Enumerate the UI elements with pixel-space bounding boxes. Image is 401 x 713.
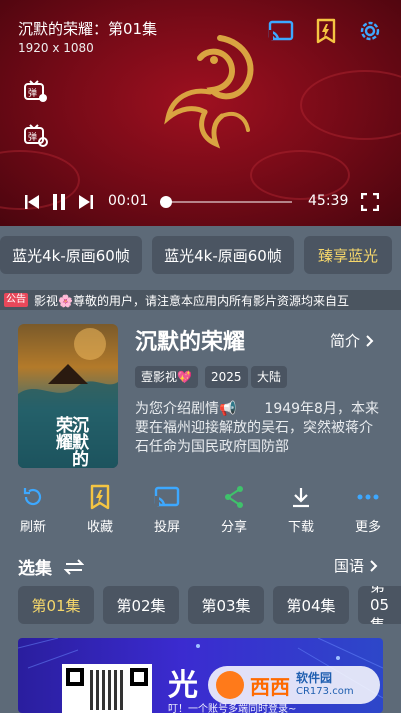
fullscreen-icon[interactable] (359, 190, 381, 214)
video-resolution: 1920 x 1080 (18, 41, 94, 55)
poster-image: 沉默的荣耀 (18, 324, 118, 468)
announcement-badge: 公告 (4, 293, 28, 307)
watermark-domain: CR173.com (296, 686, 354, 697)
sort-toggle-icon[interactable] (64, 558, 84, 575)
episode-item[interactable]: 第03集 (188, 586, 264, 624)
site-watermark: 西西 软件园 CR173.com (208, 666, 380, 704)
show-description: 为您介绍剧情📢 1949年8月，本来要在福州迎接解放的吴石，突然被蒋介石任命为国… (135, 401, 379, 455)
seek-knob[interactable] (160, 196, 172, 208)
danmaku-toggle-icon[interactable]: 弹 (22, 77, 50, 105)
share-button[interactable]: 分享 (204, 484, 264, 535)
episode-item[interactable]: 第05集 (358, 586, 401, 624)
refresh-button[interactable]: 刷新 (3, 484, 63, 535)
tag-region: 大陆 (251, 366, 288, 388)
episode-item-selected[interactable]: 第01集 (18, 586, 94, 624)
download-icon (271, 484, 331, 510)
announcement-bar[interactable]: 公告 影视🌸尊敬的用户，请注意本应用内所有影片资源均来自互 (0, 290, 401, 310)
more-button[interactable]: 更多 (338, 484, 398, 535)
danmaku-settings-icon[interactable]: 弹 (22, 121, 50, 149)
video-player[interactable]: 沉默的荣耀：第01集 1920 x 1080 弹 弹 00:01 45:39 (0, 0, 401, 226)
chevron-right-icon (366, 334, 374, 347)
favorite-icon (70, 484, 130, 510)
quality-option-selected[interactable]: 臻享蓝光 (304, 236, 392, 274)
seek-bar[interactable] (166, 201, 292, 203)
more-label: 更多 (354, 520, 381, 535)
pause-icon[interactable] (49, 190, 69, 214)
share-icon (204, 484, 264, 510)
skip-previous-icon[interactable] (22, 190, 42, 214)
language-label: 国语 (334, 557, 365, 575)
quality-selector: 蓝光4k-原画60帧 蓝光4k-原画60帧 臻享蓝光 (0, 236, 401, 274)
tag-year: 2025 (205, 366, 248, 388)
poster-title: 沉默的荣耀 (52, 416, 88, 467)
skip-next-icon[interactable] (76, 190, 96, 214)
refresh-icon (3, 484, 63, 510)
download-label: 下载 (287, 520, 314, 535)
favorite-icon[interactable] (311, 16, 341, 46)
cast-button[interactable]: 投屏 (137, 484, 197, 535)
watermark-name: 西西 (250, 674, 290, 699)
show-title: 沉默的荣耀 (135, 330, 246, 355)
video-title: 沉默的荣耀：第01集 (18, 20, 158, 38)
cloud-decoration (300, 70, 401, 140)
cast-icon[interactable] (266, 16, 296, 46)
language-selector[interactable]: 国语 (334, 555, 378, 576)
share-label: 分享 (220, 520, 247, 535)
intro-link[interactable]: 简介 (330, 330, 374, 351)
duration-time: 45:39 (308, 193, 349, 209)
chevron-right-icon (370, 559, 378, 572)
episode-item[interactable]: 第04集 (273, 586, 349, 624)
intro-label: 简介 (330, 332, 361, 350)
refresh-label: 刷新 (19, 520, 46, 535)
watermark-tag: 软件园 (296, 671, 333, 685)
cast-label: 投屏 (153, 520, 180, 535)
watermark-logo-icon (216, 671, 244, 699)
episode-header: 选集 (18, 554, 84, 579)
announcement-text: 影视🌸尊敬的用户，请注意本应用内所有影片资源均来自互 (34, 294, 349, 308)
episode-item[interactable]: 第02集 (103, 586, 179, 624)
svg-text:弹: 弹 (28, 131, 37, 143)
phoenix-logo (164, 35, 254, 149)
cast-icon (137, 484, 197, 510)
quality-option[interactable]: 蓝光4k-原画60帧 (152, 236, 294, 274)
favorite-label: 收藏 (86, 520, 113, 535)
quality-option[interactable]: 蓝光4k-原画60帧 (0, 236, 142, 274)
favorite-button[interactable]: 收藏 (70, 484, 130, 535)
qr-code (62, 664, 152, 713)
episode-header-title: 选集 (18, 559, 52, 579)
current-time: 00:01 (108, 193, 149, 209)
banner-headline: 光 (168, 668, 200, 703)
tag-source: 壹影视💖 (135, 366, 198, 388)
settings-icon[interactable] (355, 16, 385, 46)
download-button[interactable]: 下载 (271, 484, 331, 535)
svg-text:弹: 弹 (28, 87, 37, 99)
more-icon (338, 484, 398, 510)
